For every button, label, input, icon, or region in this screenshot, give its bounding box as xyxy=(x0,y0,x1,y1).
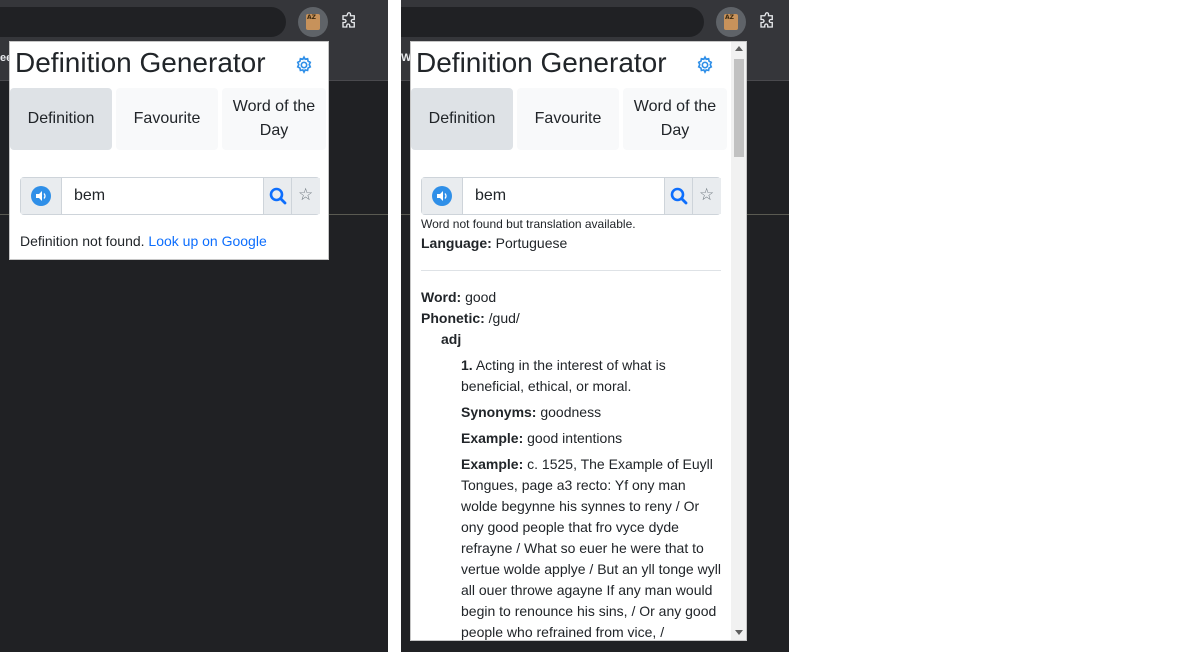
definition-item: 1. Acting in the interest of what is ben… xyxy=(461,355,723,397)
speaker-icon xyxy=(31,186,51,206)
star-icon: ☆ xyxy=(699,185,715,205)
word-value: good xyxy=(465,289,497,305)
search-button[interactable] xyxy=(263,178,292,214)
search-group: ☆ xyxy=(20,177,320,215)
popup-title: Definition Generator xyxy=(15,47,266,78)
tab-definition[interactable]: Definition xyxy=(411,88,513,150)
tab-favourite[interactable]: Favourite xyxy=(517,88,619,150)
divider xyxy=(421,270,721,271)
search-group: ☆ xyxy=(421,177,721,215)
search-input[interactable] xyxy=(62,178,262,214)
browser-toolbar: AZ xyxy=(401,0,789,44)
synonyms-value: goodness xyxy=(540,404,602,420)
example-row: Example: good intentions xyxy=(461,428,723,449)
example-value: good intentions xyxy=(527,430,623,446)
browser-toolbar: AZ xyxy=(0,0,388,44)
example-label: Example: xyxy=(461,430,524,446)
definition-text: Acting in the interest of what is benefi… xyxy=(461,357,666,394)
popup-tabs: Definition Favourite Word of the Day xyxy=(10,88,328,152)
example-label: Example: xyxy=(461,456,524,472)
scroll-down-arrow[interactable] xyxy=(735,630,743,635)
popup-title: Definition Generator xyxy=(416,47,667,78)
language-row: Language: Portuguese xyxy=(421,235,567,251)
address-bar[interactable] xyxy=(0,7,286,37)
puzzle-icon xyxy=(342,12,355,28)
example-row: Example: c. 1525, The Example of Euyll T… xyxy=(461,454,723,640)
popup-tabs: Definition Favourite Word of the Day xyxy=(411,88,731,152)
not-found-text: Definition not found. xyxy=(20,233,145,249)
book-az-icon: AZ xyxy=(724,14,738,30)
phonetic-label: Phonetic: xyxy=(421,310,485,326)
synonyms-row: Synonyms: goodness xyxy=(461,402,723,423)
example-value: c. 1525, The Example of Euyll Tongues, p… xyxy=(461,456,721,640)
scroll-thumb[interactable] xyxy=(734,59,744,157)
translation-note: Word not found but translation available… xyxy=(421,217,636,231)
phonetic-value: /gud/ xyxy=(488,310,520,326)
language-value: Portuguese xyxy=(495,235,568,251)
address-bar[interactable] xyxy=(401,7,704,37)
word-row: Word: good xyxy=(421,287,496,308)
tab-word-of-the-day[interactable]: Word of the Day xyxy=(623,88,727,150)
definition-number: 1. xyxy=(461,357,473,373)
phonetic-row: Phonetic: /gud/ xyxy=(421,308,520,329)
word-label: Word: xyxy=(421,289,462,305)
gear-icon[interactable] xyxy=(695,55,715,75)
scroll-up-arrow[interactable] xyxy=(735,46,743,51)
gear-icon[interactable] xyxy=(294,55,314,75)
tab-definition[interactable]: Definition xyxy=(10,88,112,150)
extensions-menu-button[interactable] xyxy=(752,7,782,37)
scrollbar[interactable] xyxy=(731,42,746,640)
synonyms-label: Synonyms: xyxy=(461,404,537,420)
speaker-icon xyxy=(432,186,452,206)
tab-favourite[interactable]: Favourite xyxy=(116,88,218,150)
tab-word-of-the-day-label: Word of the Day xyxy=(232,98,316,139)
not-found-message: Definition not found. Look up on Google xyxy=(20,233,267,249)
extension-popup: Definition Generator Definition Favourit… xyxy=(410,41,747,641)
search-button[interactable] xyxy=(664,178,693,214)
tab-word-of-the-day-label: Word of the Day xyxy=(633,98,717,139)
speak-button[interactable] xyxy=(21,178,62,214)
search-icon xyxy=(670,187,688,205)
part-of-speech: adj xyxy=(441,331,462,347)
language-label: Language: xyxy=(421,235,492,251)
speak-button[interactable] xyxy=(422,178,463,214)
star-icon: ☆ xyxy=(298,185,314,205)
extension-button[interactable]: AZ xyxy=(716,7,746,37)
extensions-menu-button[interactable] xyxy=(334,7,364,37)
favourite-button[interactable]: ☆ xyxy=(291,178,320,214)
definition-block: 1. Acting in the interest of what is ben… xyxy=(461,355,723,640)
search-input[interactable] xyxy=(463,178,663,214)
book-az-icon: AZ xyxy=(306,14,320,30)
google-lookup-link[interactable]: Look up on Google xyxy=(148,233,266,249)
extension-popup: Definition Generator Definition Favourit… xyxy=(9,41,329,260)
search-icon xyxy=(269,187,287,205)
puzzle-icon xyxy=(760,12,773,28)
extension-button[interactable]: AZ xyxy=(298,7,328,37)
favourite-button[interactable]: ☆ xyxy=(692,178,721,214)
tab-word-of-the-day[interactable]: Word of the Day xyxy=(222,88,326,150)
